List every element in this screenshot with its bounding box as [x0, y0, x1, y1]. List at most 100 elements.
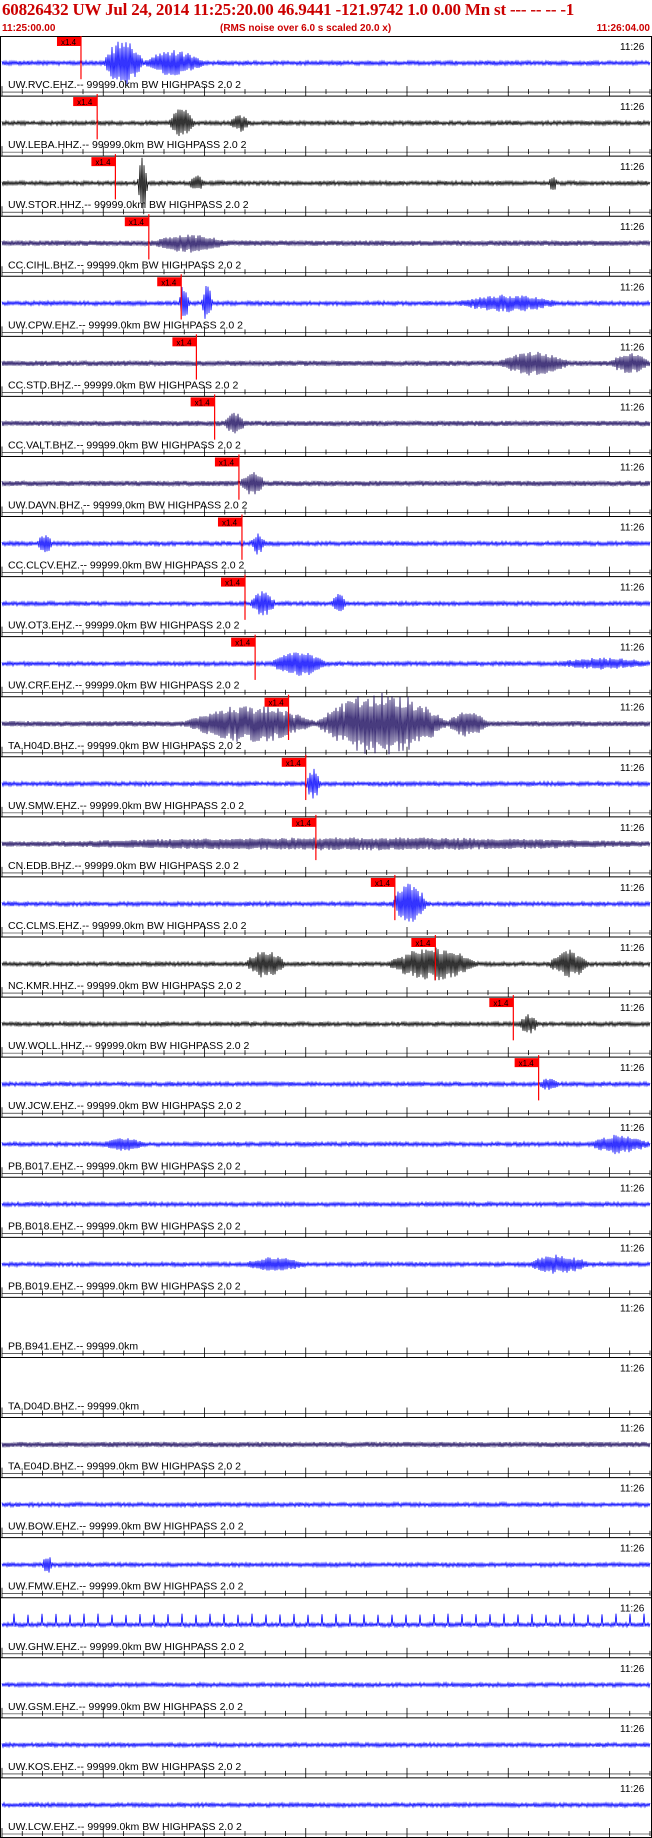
waveform-trace: [1, 533, 651, 555]
pick-label: x1.4: [95, 158, 111, 167]
station-label: UW.KOS.EHZ.-- 99999.0km BW HIGHPASS 2.0 …: [8, 1761, 241, 1773]
minute-tick-label: 11:26: [620, 342, 645, 353]
waveform-trace: [1, 412, 651, 434]
pick-label: x1.4: [77, 98, 93, 107]
waveform-trace: [1, 1200, 651, 1209]
minute-tick-label: 11:26: [620, 883, 645, 894]
pick-label: x1.4: [222, 519, 238, 528]
minute-tick-label: 11:26: [620, 943, 645, 954]
minute-tick-label: 11:26: [620, 1123, 645, 1134]
pick-label: x1.4: [519, 1059, 535, 1068]
station-label: UW.OT3.EHZ.-- 99999.0km BW HIGHPASS 2.0 …: [8, 620, 240, 632]
waveform-trace: [1, 1500, 651, 1509]
minute-tick-label: 11:26: [620, 1424, 645, 1435]
waveform-trace: [1, 1613, 651, 1629]
station-label: UW.FMW.EHZ.-- 99999.0km BW HIGHPASS 2.0 …: [8, 1581, 244, 1593]
waveform-trace: [1, 285, 651, 319]
minute-tick-label: 11:26: [620, 1363, 645, 1374]
minute-tick-label: 11:26: [620, 703, 645, 714]
station-label: TA.H04D.BHZ.-- 99999.0km BW HIGHPASS 2.0…: [8, 740, 242, 752]
waveform-trace: [1, 652, 651, 676]
pick-label: x1.4: [415, 939, 431, 948]
pick-label: x1.4: [195, 398, 211, 407]
waveform-trace: [1, 1440, 651, 1449]
minute-tick-label: 11:26: [620, 1784, 645, 1795]
station-label: UW.GHW.EHZ.-- 99999.0km BW HIGHPASS 2.0 …: [8, 1641, 244, 1653]
station-label: UW.BOW.EHZ.-- 99999.0km BW HIGHPASS 2.0 …: [8, 1521, 244, 1533]
station-label: CC.STD.BHZ.-- 99999.0km BW HIGHPASS 2.0 …: [8, 379, 238, 391]
minute-tick-label: 11:26: [620, 823, 645, 834]
minute-tick-label: 11:26: [620, 462, 645, 473]
waveform-trace: [1, 472, 651, 495]
event-title: 60826432 UW Jul 24, 2014 11:25:20.00 46.…: [2, 0, 575, 19]
waveform-trace: [1, 1254, 651, 1274]
station-label: UW.STOR.HHZ.-- 99999.0km BW HIGHPASS 2.0…: [8, 199, 249, 211]
waveform-trace: [1, 1801, 651, 1809]
waveform-trace: [1, 837, 651, 851]
minute-tick-label: 11:26: [620, 1484, 645, 1495]
waveform-trace: [1, 351, 651, 376]
minute-tick-label: 11:26: [620, 1724, 645, 1735]
minute-tick-label: 11:26: [620, 763, 645, 774]
waveform-trace: [1, 41, 651, 85]
pick-label: x1.4: [161, 278, 177, 287]
station-label: UW.LEBA.HHZ.-- 99999.0km BW HIGHPASS 2.0…: [8, 139, 247, 151]
minute-tick-label: 11:26: [620, 583, 645, 594]
station-label: PB.B941.EHZ.-- 99999.0km: [8, 1340, 138, 1352]
station-label: UW.LCW.EHZ.-- 99999.0km BW HIGHPASS 2.0 …: [8, 1821, 242, 1833]
station-label: CC.CIHL.BHZ.-- 99999.0km BW HIGHPASS 2.0…: [8, 259, 241, 271]
minute-tick-label: 11:26: [620, 1544, 645, 1555]
minute-tick-label: 11:26: [620, 162, 645, 173]
pick-label: x1.4: [61, 38, 77, 47]
station-label: UW.SMW.EHZ.-- 99999.0km BW HIGHPASS 2.0 …: [8, 800, 244, 812]
minute-tick-label: 11:26: [620, 523, 645, 534]
minute-tick-label: 11:26: [620, 282, 645, 293]
pick-label: x1.4: [176, 338, 192, 347]
station-label: PB.B019.EHZ.-- 99999.0km BW HIGHPASS 2.0…: [8, 1280, 241, 1292]
waveform-trace: [1, 1741, 651, 1749]
waveform-trace: [1, 1134, 651, 1155]
station-label: UW.JCW.EHZ.-- 99999.0km BW HIGHPASS 2.0 …: [8, 1100, 241, 1112]
station-label: PB.B017.EHZ.-- 99999.0km BW HIGHPASS 2.0…: [8, 1160, 241, 1172]
station-label: PB.B018.EHZ.-- 99999.0km BW HIGHPASS 2.0…: [8, 1220, 241, 1232]
pick-label: x1.4: [225, 579, 241, 588]
waveform-trace: [1, 883, 651, 922]
minute-tick-label: 11:26: [620, 102, 645, 113]
station-label: UW.DAVN.BHZ.-- 99999.0km BW HIGHPASS 2.0…: [8, 500, 248, 512]
minute-tick-label: 11:26: [620, 222, 645, 233]
pick-label: x1.4: [219, 458, 235, 467]
pick-label: x1.4: [129, 218, 145, 227]
station-label: NC.KMR.HHZ.-- 99999.0km BW HIGHPASS 2.0 …: [8, 980, 241, 992]
minute-tick-label: 11:26: [620, 643, 645, 654]
station-label: UW.CRF.EHZ.-- 99999.0km BW HIGHPASS 2.0 …: [8, 680, 240, 692]
station-label: CC.VALT.BHZ.-- 99999.0km BW HIGHPASS 2.0…: [8, 439, 241, 451]
minute-tick-label: 11:26: [620, 1303, 645, 1314]
waveform-trace: [1, 591, 651, 616]
minute-tick-label: 11:26: [620, 1604, 645, 1615]
pick-label: x1.4: [286, 759, 302, 768]
waveform-trace: [1, 1557, 651, 1573]
waveform-trace: [1, 109, 651, 137]
station-label: CN.EDB.BHZ.-- 99999.0km BW HIGHPASS 2.0 …: [8, 860, 239, 872]
window-end-time: 11:26:04.00: [596, 23, 650, 34]
minute-tick-label: 11:26: [620, 1183, 645, 1194]
station-label: CC.CLCV.EHZ.-- 99999.0km BW HIGHPASS 2.0…: [8, 560, 244, 572]
pick-label: x1.4: [375, 879, 391, 888]
minute-tick-label: 11:26: [620, 1003, 645, 1014]
station-label: TA.E04D.BHZ.-- 99999.0km BW HIGHPASS 2.0…: [8, 1461, 241, 1473]
waveform-trace: [1, 1014, 651, 1034]
minute-tick-label: 11:26: [620, 1063, 645, 1074]
station-label: UW.WOLL.HHZ.-- 99999.0km BW HIGHPASS 2.0…: [8, 1040, 250, 1052]
pick-label: x1.4: [493, 999, 509, 1008]
scaling-note: (RMS noise over 6.0 s scaled 20.0 x): [220, 23, 392, 34]
minute-tick-label: 11:26: [620, 1664, 645, 1675]
station-label: TA.D04D.BHZ.-- 99999.0km: [8, 1401, 139, 1413]
minute-tick-label: 11:26: [620, 402, 645, 413]
pick-label: x1.4: [269, 699, 285, 708]
waveform-trace: [1, 1078, 651, 1090]
waveform-trace: [1, 1681, 651, 1689]
waveform-trace: [1, 234, 651, 253]
waveform-trace: [1, 947, 651, 981]
window-start-time: 11:25:00.00: [2, 23, 56, 34]
station-label: UW.GSM.EHZ.-- 99999.0km BW HIGHPASS 2.0 …: [8, 1701, 243, 1713]
